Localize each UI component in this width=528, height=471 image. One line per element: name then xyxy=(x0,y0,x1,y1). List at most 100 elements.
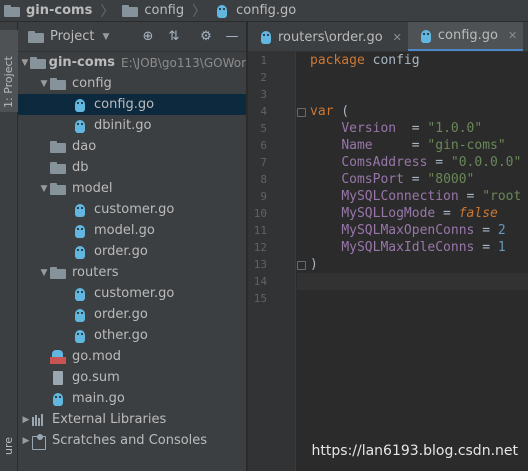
gear-icon[interactable]: ⚙ xyxy=(198,29,214,45)
project-panel: Project ▼ ⊕ ⇅ ⚙ — ▼ gin-coms E:\JOB\go113\… xyxy=(18,22,247,471)
tree-item-label: model xyxy=(72,181,113,196)
breadcrumb-item-config[interactable]: config xyxy=(118,0,186,21)
go-file-icon xyxy=(74,203,86,217)
tree-item[interactable]: dbinit.go xyxy=(18,115,246,136)
line-number: 2 xyxy=(260,71,267,84)
go-file-icon xyxy=(420,29,432,43)
expand-arrow-icon[interactable]: ▼ xyxy=(38,79,50,89)
line-number: 14 xyxy=(253,275,267,288)
expand-arrow-icon[interactable]: ▼ xyxy=(38,268,50,278)
folder-icon xyxy=(29,56,46,69)
code-editor[interactable]: package config var ( Version = "1.0.0" N… xyxy=(297,52,528,471)
tree-item-label: routers xyxy=(72,265,119,280)
code-line-1: package config xyxy=(310,53,420,68)
breadcrumb-item-file[interactable]: config.go xyxy=(210,0,298,21)
tree-item-label: other.go xyxy=(94,328,148,343)
tree-item[interactable]: customer.go xyxy=(18,199,246,220)
folder-icon xyxy=(4,4,20,17)
line-number: 12 xyxy=(253,241,267,254)
tree-item[interactable]: order.go xyxy=(18,304,246,325)
go-file-icon xyxy=(74,329,86,343)
code-line-11: MySQLMaxOpenConns = 2 xyxy=(341,223,506,238)
code-line-6: Name = "gin-coms" xyxy=(341,138,506,153)
tree-item-label: go.mod xyxy=(72,349,121,364)
chevron-right-icon: 〉 xyxy=(100,3,115,20)
tree-item[interactable]: ▼ config xyxy=(18,73,246,94)
folder-icon xyxy=(50,182,66,195)
collapse-all-icon[interactable]: ⇅ xyxy=(166,29,182,45)
breadcrumb-item-project[interactable]: gin-coms xyxy=(0,0,94,21)
tree-item-label: go.sum xyxy=(72,370,120,385)
tree-item[interactable]: ▶ Scratches and Consoles xyxy=(18,430,246,451)
tree-item-label: config.go xyxy=(94,97,155,112)
go-file-icon xyxy=(260,30,272,44)
line-number: 15 xyxy=(253,292,267,305)
line-number: 8 xyxy=(260,173,267,186)
tree-item[interactable]: customer.go xyxy=(18,283,246,304)
code-line-10: MySQLLogMode = false xyxy=(341,206,498,221)
tree-item[interactable]: main.go xyxy=(18,388,246,409)
code-line-8: ComsPort = "8000" xyxy=(341,172,475,187)
line-number: 9 xyxy=(260,190,267,203)
code-line-13: ) xyxy=(310,257,318,272)
tree-item[interactable]: dao xyxy=(18,136,246,157)
chevron-down-icon[interactable]: ▼ xyxy=(102,32,109,42)
tree-item-label: order.go xyxy=(94,307,148,322)
line-number: 11 xyxy=(253,224,267,237)
tree-item[interactable]: db xyxy=(18,157,246,178)
locate-icon[interactable]: ⊕ xyxy=(140,29,156,45)
line-number: 5 xyxy=(260,122,267,135)
folder-icon xyxy=(50,77,66,90)
tree-item[interactable]: go.mod xyxy=(18,346,246,367)
go-file-icon xyxy=(216,4,228,18)
hide-icon[interactable]: — xyxy=(224,29,240,45)
tree-item-label: main.go xyxy=(72,391,125,406)
tree-item-label: gin-coms xyxy=(48,55,115,70)
folder-icon xyxy=(122,4,139,17)
tree-item-label: config xyxy=(72,76,112,91)
fold-marker-icon[interactable] xyxy=(297,261,306,270)
left-tool-strip: 1: Project ure xyxy=(0,22,18,471)
code-line-7: ComsAddress = "0.0.0.0" xyxy=(341,155,522,170)
tree-item-label: dbinit.go xyxy=(94,118,152,133)
folder-icon xyxy=(50,266,66,279)
go-sum-icon xyxy=(52,370,64,385)
tree-item[interactable]: ▶ External Libraries xyxy=(18,409,246,430)
tree-item-label: customer.go xyxy=(94,202,175,217)
project-view-selector[interactable]: Project xyxy=(50,29,94,44)
fold-marker-icon[interactable] xyxy=(297,108,306,117)
tree-item-label: db xyxy=(72,160,89,175)
project-tool-tab[interactable]: 1: Project xyxy=(0,30,18,112)
code-line-5: Version = "1.0.0" xyxy=(341,121,483,136)
tree-item[interactable]: order.go xyxy=(18,241,246,262)
breadcrumb: gin-coms 〉 config 〉 config.go xyxy=(0,0,528,22)
structure-tool-tab[interactable]: ure xyxy=(2,437,15,455)
line-number: 10 xyxy=(253,207,267,220)
tab-routers-order-go[interactable]: routers\order.go ✕ xyxy=(248,22,408,51)
expand-arrow-icon[interactable]: ▼ xyxy=(20,58,30,68)
expand-arrow-icon[interactable]: ▼ xyxy=(38,184,50,194)
scratches-icon xyxy=(32,433,46,450)
code-line-9: MySQLConnection = "root xyxy=(341,189,522,204)
tree-item[interactable]: ▼ gin-coms E:\JOB\go113\GOWor xyxy=(18,52,246,73)
close-icon[interactable]: ✕ xyxy=(393,31,402,44)
go-file-icon xyxy=(74,245,86,259)
tree-item[interactable]: other.go xyxy=(18,325,246,346)
collapse-arrow-icon[interactable]: ▶ xyxy=(20,415,32,425)
tree-item-label: model.go xyxy=(94,223,155,238)
tree-item[interactable]: config.go xyxy=(18,94,246,115)
go-file-icon xyxy=(74,287,86,301)
tree-item[interactable]: ▼ routers xyxy=(18,262,246,283)
tree-item[interactable]: model.go xyxy=(18,220,246,241)
line-number: 1 xyxy=(260,54,267,67)
collapse-arrow-icon[interactable]: ▶ xyxy=(20,436,32,446)
tree-item[interactable]: ▼ model xyxy=(18,178,246,199)
go-file-icon xyxy=(52,392,64,406)
watermark: https://lan6193.blog.csdn.net xyxy=(311,443,518,459)
tab-config-go[interactable]: config.go ✕ xyxy=(407,22,524,51)
project-view-icon xyxy=(28,30,44,43)
tree-item[interactable]: go.sum xyxy=(18,367,246,388)
project-tree: ▼ gin-coms E:\JOB\go113\GOWor ▼ config config… xyxy=(18,52,246,451)
line-number: 13 xyxy=(253,258,267,271)
close-icon[interactable]: ✕ xyxy=(508,29,517,42)
